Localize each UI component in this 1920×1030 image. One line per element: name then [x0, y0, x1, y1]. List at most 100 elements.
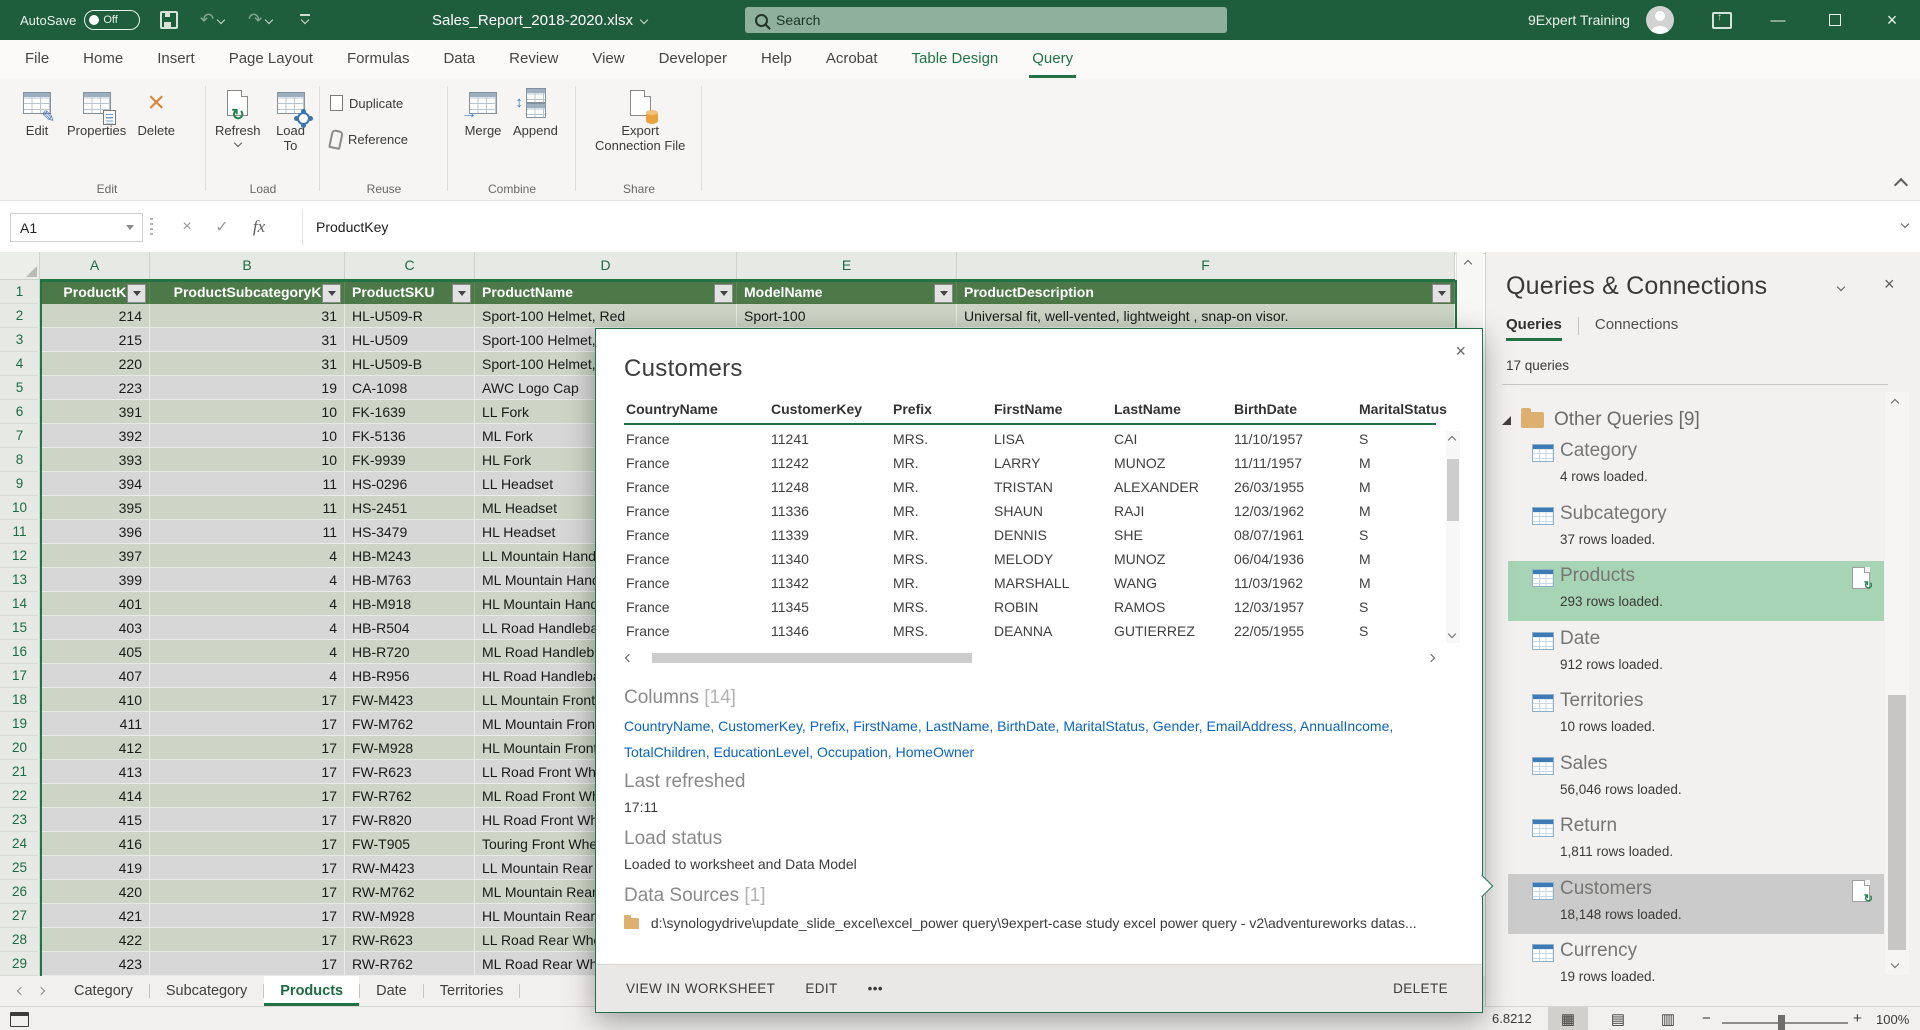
cell[interactable]: 4 [150, 568, 345, 592]
row-header-10[interactable]: 10 [0, 496, 40, 520]
popup-hscrollbar-thumb[interactable] [652, 653, 972, 663]
sheet-tab-territories[interactable]: Territories [424, 976, 520, 1006]
duplicate-button[interactable]: Duplicate [324, 88, 409, 118]
cell[interactable]: HB-R956 [345, 664, 475, 688]
cell[interactable]: 19 [150, 376, 345, 400]
autosave-control[interactable]: AutoSave Off [20, 0, 140, 40]
table-header-cell[interactable]: ProductSKU [345, 280, 475, 304]
cell[interactable]: HL-U509-R [345, 304, 475, 328]
filter-button[interactable] [934, 284, 953, 303]
save-button[interactable] [160, 0, 178, 40]
cell[interactable]: 4 [150, 544, 345, 568]
cell[interactable]: RW-M928 [345, 904, 475, 928]
query-folder-other-queries[interactable]: Other Queries [9] [1502, 404, 1700, 436]
enter-entry-button[interactable]: ✓ [207, 213, 237, 240]
zoom-in-button[interactable]: + [1853, 1010, 1862, 1027]
popup-scroll-right-icon[interactable] [1427, 654, 1435, 662]
filter-button[interactable] [714, 284, 733, 303]
collapse-ribbon-button[interactable] [1894, 178, 1908, 192]
cancel-entry-button[interactable]: × [172, 213, 202, 240]
cell[interactable]: HL-U509-B [345, 352, 475, 376]
cell[interactable]: FW-M423 [345, 688, 475, 712]
filter-button[interactable] [1432, 284, 1451, 303]
ribbon-tab-view[interactable]: View [575, 40, 641, 78]
row-header-5[interactable]: 5 [0, 376, 40, 400]
table-header-cell[interactable]: ProductName [475, 280, 737, 304]
cell[interactable]: 401 [40, 592, 150, 616]
cell[interactable]: FK-1639 [345, 400, 475, 424]
cell[interactable]: RW-R623 [345, 928, 475, 952]
column-header-F[interactable]: F [957, 252, 1455, 279]
ribbon-tab-file[interactable]: File [8, 40, 66, 78]
cell[interactable]: HB-R720 [345, 640, 475, 664]
column-header-A[interactable]: A [40, 252, 150, 279]
cell[interactable]: 399 [40, 568, 150, 592]
panel-close-icon[interactable]: × [1884, 274, 1895, 295]
ribbon-tab-formulas[interactable]: Formulas [330, 40, 427, 78]
redo-button[interactable]: ↷ [248, 0, 272, 40]
cell[interactable]: HL-U509 [345, 328, 475, 352]
insert-function-button[interactable]: fx [244, 213, 274, 240]
cell[interactable]: FW-R820 [345, 808, 475, 832]
cell[interactable]: 415 [40, 808, 150, 832]
cell[interactable]: 412 [40, 736, 150, 760]
cell[interactable]: FW-R762 [345, 784, 475, 808]
column-header-B[interactable]: B [150, 252, 345, 279]
row-header-14[interactable]: 14 [0, 592, 40, 616]
cell[interactable]: 17 [150, 712, 345, 736]
cell[interactable]: 414 [40, 784, 150, 808]
query-item-return[interactable]: Return1,811 rows loaded. [1508, 811, 1884, 871]
cell[interactable]: 395 [40, 496, 150, 520]
row-header-18[interactable]: 18 [0, 688, 40, 712]
cell[interactable]: 17 [150, 832, 345, 856]
popup-close-icon[interactable]: × [1455, 341, 1466, 362]
cell[interactable]: 17 [150, 784, 345, 808]
popup-edit-button[interactable]: EDIT [805, 981, 837, 996]
cell[interactable]: 17 [150, 736, 345, 760]
minimize-button[interactable]: — [1756, 0, 1800, 40]
row-header-12[interactable]: 12 [0, 544, 40, 568]
cell[interactable]: FW-R623 [345, 760, 475, 784]
cell[interactable]: 4 [150, 616, 345, 640]
zoom-out-button[interactable]: − [1702, 1010, 1711, 1027]
row-header-26[interactable]: 26 [0, 880, 40, 904]
cell[interactable]: 10 [150, 448, 345, 472]
row-header-6[interactable]: 6 [0, 400, 40, 424]
popup-scroll-up-icon[interactable] [1448, 436, 1456, 444]
cell[interactable]: 422 [40, 928, 150, 952]
ribbon-tab-developer[interactable]: Developer [642, 40, 744, 78]
ribbon-tab-review[interactable]: Review [492, 40, 575, 78]
panel-tab-connections[interactable]: Connections [1595, 316, 1678, 341]
row-header-21[interactable]: 21 [0, 760, 40, 784]
cell[interactable]: 4 [150, 592, 345, 616]
cell[interactable]: FW-M762 [345, 712, 475, 736]
cell[interactable]: 17 [150, 880, 345, 904]
cell[interactable]: Sport-100 [737, 304, 957, 328]
row-header-8[interactable]: 8 [0, 448, 40, 472]
name-box[interactable]: A1 [10, 213, 143, 242]
merge-button[interactable]: → Merge [458, 82, 508, 141]
ribbon-tab-table-design[interactable]: Table Design [895, 40, 1016, 78]
cell[interactable]: 413 [40, 760, 150, 784]
ribbon-tab-insert[interactable]: Insert [140, 40, 212, 78]
row-header-2[interactable]: 2 [0, 304, 40, 328]
column-header-E[interactable]: E [737, 252, 957, 279]
sheet-nav-next-icon[interactable] [37, 987, 45, 995]
expand-formula-bar-button[interactable] [1901, 220, 1909, 228]
cell[interactable]: 17 [150, 856, 345, 880]
refresh-button[interactable]: ↻ Refresh [210, 82, 266, 149]
undo-button[interactable]: ↶ [200, 0, 224, 40]
cell[interactable]: FW-T905 [345, 832, 475, 856]
panel-scrollbar-thumb[interactable] [1888, 695, 1906, 950]
cell[interactable]: 423 [40, 952, 150, 976]
cell[interactable]: RW-M762 [345, 880, 475, 904]
columns-list[interactable]: CountryName, CustomerKey, Prefix, FirstN… [624, 713, 1448, 765]
cell[interactable]: 392 [40, 424, 150, 448]
ribbon-tab-help[interactable]: Help [744, 40, 809, 78]
cell[interactable]: 419 [40, 856, 150, 880]
properties-button[interactable]: Properties [62, 82, 131, 141]
sheet-tab-date[interactable]: Date [360, 976, 423, 1006]
popup-more-button[interactable]: ••• [868, 981, 883, 996]
query-item-date[interactable]: Date912 rows loaded. [1508, 624, 1884, 684]
popup-scrollbar-thumb[interactable] [1447, 459, 1459, 521]
